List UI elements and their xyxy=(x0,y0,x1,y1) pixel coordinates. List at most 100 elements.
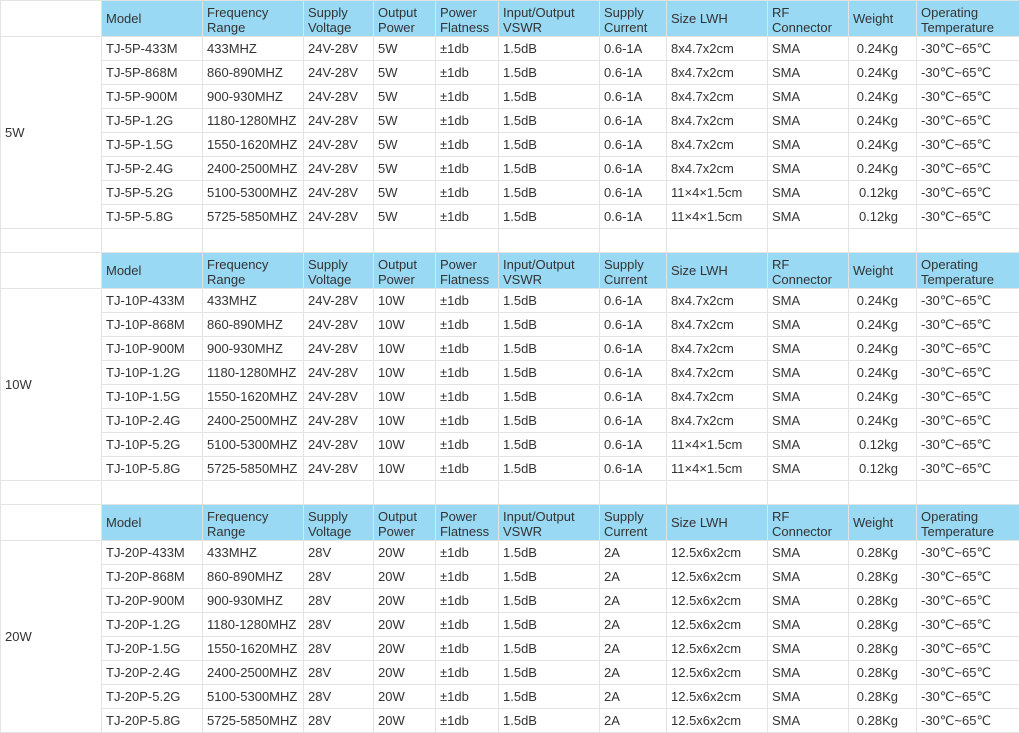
table-cell: 0.6-1A xyxy=(600,313,667,337)
table-cell: 24V-28V xyxy=(304,433,374,457)
table-cell: ±1db xyxy=(436,337,499,361)
table-cell: -30℃~65℃ xyxy=(917,361,1019,385)
table-row: TJ-10P-1.5G1550-1620MHZ24V-28V10W±1db1.5… xyxy=(1,385,1019,409)
table-cell: 1550-1620MHZ xyxy=(203,637,304,661)
group-spacer xyxy=(1,229,1019,253)
table-cell: 0.12kg xyxy=(849,457,917,481)
table-cell: 0.24Kg xyxy=(849,157,917,181)
table-cell: 10W xyxy=(374,385,436,409)
table-cell: 0.24Kg xyxy=(849,313,917,337)
table-cell: 1.5dB xyxy=(499,337,600,361)
table-cell: 0.6-1A xyxy=(600,433,667,457)
table-cell: 8x4.7x2cm xyxy=(667,385,768,409)
table-cell: 0.12kg xyxy=(849,181,917,205)
column-header: OperatingTemperature xyxy=(917,1,1019,37)
table-cell: 433MHZ xyxy=(203,289,304,313)
table-cell: ±1db xyxy=(436,457,499,481)
table-cell: 24V-28V xyxy=(304,385,374,409)
column-header: Weight xyxy=(849,1,917,37)
table-cell: 20W xyxy=(374,661,436,685)
table-cell: 0.6-1A xyxy=(600,85,667,109)
table-cell: 1.5dB xyxy=(499,289,600,313)
table-cell: TJ-20P-900M xyxy=(102,589,203,613)
table-cell: 5100-5300MHZ xyxy=(203,685,304,709)
table-cell: 24V-28V xyxy=(304,205,374,229)
table-cell: 860-890MHZ xyxy=(203,313,304,337)
table-cell: SMA xyxy=(768,133,849,157)
power-group-label: 10W xyxy=(1,289,102,481)
table-cell: 1.5dB xyxy=(499,181,600,205)
spacer-cell xyxy=(849,481,917,505)
spacer-cell xyxy=(600,481,667,505)
spacer-cell xyxy=(436,229,499,253)
spacer-cell xyxy=(374,229,436,253)
table-cell: 1.5dB xyxy=(499,61,600,85)
table-cell: 24V-28V xyxy=(304,85,374,109)
table-cell: 20W xyxy=(374,685,436,709)
table-row: TJ-5P-2.4G2400-2500MHZ24V-28V5W±1db1.5dB… xyxy=(1,157,1019,181)
table-row: TJ-20P-5.2G5100-5300MHZ28V20W±1db1.5dB2A… xyxy=(1,685,1019,709)
specs-table-body: ModelFrequencyRangeSupplyVoltageOutputPo… xyxy=(1,1,1019,733)
spacer-cell xyxy=(667,481,768,505)
table-cell: TJ-10P-5.8G xyxy=(102,457,203,481)
column-header: Model xyxy=(102,253,203,289)
table-cell: 2A xyxy=(600,685,667,709)
table-cell: 0.24Kg xyxy=(849,85,917,109)
header-row: ModelFrequencyRangeSupplyVoltageOutputPo… xyxy=(1,253,1019,289)
table-cell: 0.24Kg xyxy=(849,61,917,85)
column-header: FrequencyRange xyxy=(203,1,304,37)
group-header-blank xyxy=(1,253,102,289)
table-cell: 1.5dB xyxy=(499,385,600,409)
column-header: RFConnector xyxy=(768,253,849,289)
table-cell: TJ-10P-433M xyxy=(102,289,203,313)
table-cell: SMA xyxy=(768,361,849,385)
table-cell: 0.24Kg xyxy=(849,133,917,157)
table-cell: TJ-5P-2.4G xyxy=(102,157,203,181)
table-cell: TJ-10P-1.2G xyxy=(102,361,203,385)
table-cell: ±1db xyxy=(436,289,499,313)
table-cell: 24V-28V xyxy=(304,409,374,433)
table-cell: SMA xyxy=(768,61,849,85)
table-cell: 8x4.7x2cm xyxy=(667,361,768,385)
table-cell: 0.6-1A xyxy=(600,37,667,61)
table-cell: ±1db xyxy=(436,157,499,181)
table-cell: 8x4.7x2cm xyxy=(667,337,768,361)
table-cell: -30℃~65℃ xyxy=(917,85,1019,109)
group-header-blank xyxy=(1,505,102,541)
table-cell: TJ-20P-2.4G xyxy=(102,661,203,685)
table-cell: SMA xyxy=(768,457,849,481)
table-cell: 2400-2500MHZ xyxy=(203,157,304,181)
table-cell: ±1db xyxy=(436,85,499,109)
table-cell: TJ-5P-868M xyxy=(102,61,203,85)
table-cell: 1.5dB xyxy=(499,409,600,433)
table-cell: 8x4.7x2cm xyxy=(667,289,768,313)
table-cell: ±1db xyxy=(436,661,499,685)
column-header: SupplyCurrent xyxy=(600,505,667,541)
spacer-cell xyxy=(102,481,203,505)
table-cell: 1.5dB xyxy=(499,433,600,457)
table-cell: -30℃~65℃ xyxy=(917,685,1019,709)
column-header: PowerFlatness xyxy=(436,1,499,37)
table-cell: 24V-28V xyxy=(304,361,374,385)
table-cell: 10W xyxy=(374,457,436,481)
spacer-cell xyxy=(917,229,1019,253)
table-cell: ±1db xyxy=(436,133,499,157)
table-cell: 8x4.7x2cm xyxy=(667,109,768,133)
column-header: Size LWH xyxy=(667,1,768,37)
table-cell: ±1db xyxy=(436,685,499,709)
table-cell: 12.5x6x2cm xyxy=(667,661,768,685)
table-cell: 5100-5300MHZ xyxy=(203,433,304,457)
table-cell: 10W xyxy=(374,337,436,361)
spacer-cell xyxy=(304,481,374,505)
table-cell: ±1db xyxy=(436,409,499,433)
power-group-label: 5W xyxy=(1,37,102,229)
table-cell: ±1db xyxy=(436,637,499,661)
column-header: OperatingTemperature xyxy=(917,505,1019,541)
column-header: OutputPower xyxy=(374,1,436,37)
table-cell: -30℃~65℃ xyxy=(917,385,1019,409)
table-cell: TJ-10P-1.5G xyxy=(102,385,203,409)
column-header: Model xyxy=(102,1,203,37)
table-cell: 11×4×1.5cm xyxy=(667,181,768,205)
column-header: Model xyxy=(102,505,203,541)
group-header-blank xyxy=(1,1,102,37)
